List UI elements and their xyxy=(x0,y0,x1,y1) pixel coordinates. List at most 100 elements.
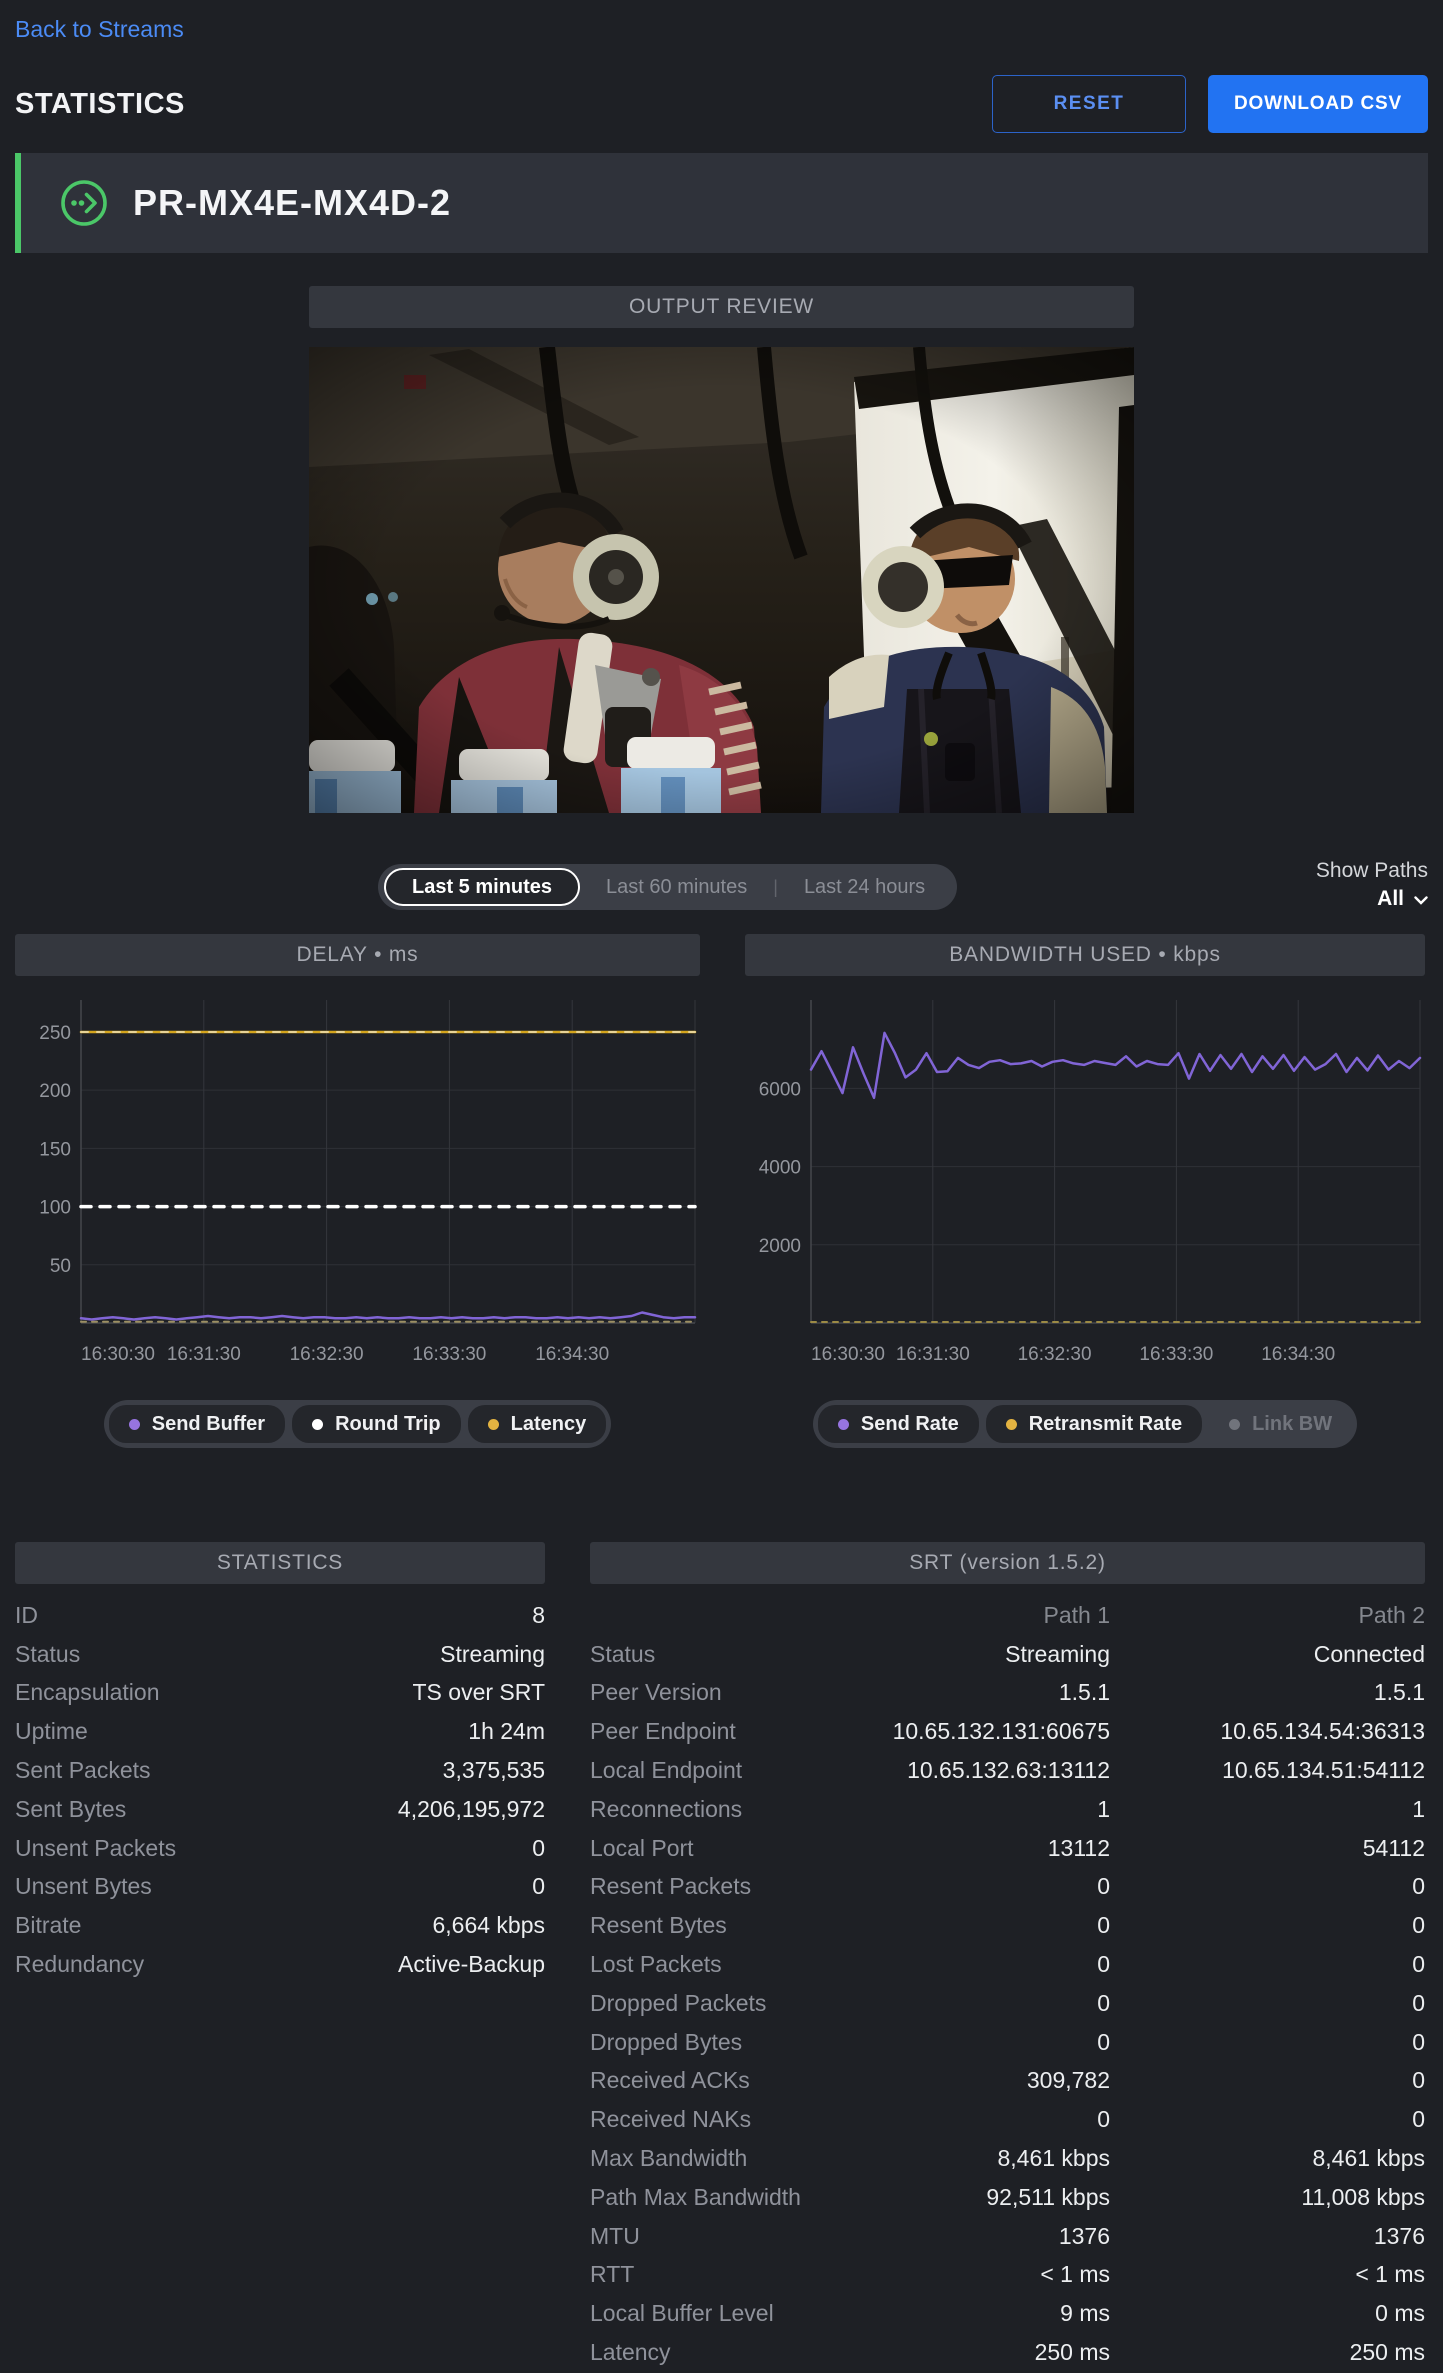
srt-path2-value: Connected xyxy=(1110,1641,1425,1668)
srt-label: Peer Endpoint xyxy=(590,1718,890,1745)
srt-path1-value: 1 xyxy=(890,1796,1110,1823)
stat-row-id: ID8 xyxy=(15,1596,545,1635)
srt-path2-value: 1 xyxy=(1110,1796,1425,1823)
stat-label: Bitrate xyxy=(15,1912,81,1939)
srt-row-mtu: MTU13761376 xyxy=(590,2217,1425,2256)
svg-text:16:30:30: 16:30:30 xyxy=(81,1344,155,1365)
legend-item-retransmit-rate[interactable]: Retransmit Rate xyxy=(986,1405,1202,1443)
srt-row-received-acks: Received ACKs309,7820 xyxy=(590,2062,1425,2101)
srt-label: Resent Bytes xyxy=(590,1912,890,1939)
bandwidth-chart-header: BANDWIDTH USED • kbps xyxy=(745,934,1425,976)
srt-path1-value: 1.5.1 xyxy=(890,1679,1110,1706)
srt-path1-value: < 1 ms xyxy=(890,2261,1110,2288)
legend-dot-send-buffer xyxy=(129,1419,140,1430)
stat-label: ID xyxy=(15,1602,38,1629)
legend-dot-round-trip xyxy=(312,1419,323,1430)
stat-label: Sent Packets xyxy=(15,1757,151,1784)
statistics-page: Back to Streams STATISTICS RESET DOWNLOA… xyxy=(0,0,1443,2372)
srt-label: Dropped Bytes xyxy=(590,2029,890,2056)
statistics-table: STATISTICS ID8StatusStreamingEncapsulati… xyxy=(15,1542,545,1984)
back-to-streams-link[interactable]: Back to Streams xyxy=(15,16,184,43)
svg-text:100: 100 xyxy=(39,1198,71,1219)
legend-item-latency[interactable]: Latency xyxy=(468,1405,607,1443)
srt-row-dropped-bytes: Dropped Bytes00 xyxy=(590,2023,1425,2062)
srt-path1-value: 250 ms xyxy=(890,2339,1110,2366)
stat-value: Active-Backup xyxy=(398,1951,545,1978)
show-paths-control: Show Paths All xyxy=(1316,859,1428,911)
legend-item-link-bw[interactable]: Link BW xyxy=(1209,1405,1352,1443)
time-range-tabs: Last 5 minutesLast 60 minutes|Last 24 ho… xyxy=(378,864,957,910)
srt-path1-value: 1376 xyxy=(890,2223,1110,2250)
stat-label: Uptime xyxy=(15,1718,88,1745)
bandwidth-chart: 20004000600016:30:3016:31:3016:32:3016:3… xyxy=(745,988,1425,1388)
srt-table: SRT (version 1.5.2) Path 1 Path 2 Status… xyxy=(590,1542,1425,2372)
srt-label: Local Port xyxy=(590,1835,890,1862)
legend-item-send-rate[interactable]: Send Rate xyxy=(818,1405,979,1443)
legend-item-round-trip[interactable]: Round Trip xyxy=(292,1405,461,1443)
svg-text:250: 250 xyxy=(39,1023,71,1044)
stat-row-sent-packets: Sent Packets3,375,535 xyxy=(15,1751,545,1790)
srt-row-received-naks: Received NAKs00 xyxy=(590,2100,1425,2139)
srt-label: Dropped Packets xyxy=(590,1990,890,2017)
srt-path2-value: 1376 xyxy=(1110,2223,1425,2250)
stat-value: TS over SRT xyxy=(413,1679,546,1706)
srt-path2-value: 0 xyxy=(1110,2106,1425,2133)
srt-path2-value: 0 xyxy=(1110,2029,1425,2056)
srt-path2-value: < 1 ms xyxy=(1110,2261,1425,2288)
svg-text:6000: 6000 xyxy=(759,1079,801,1100)
svg-text:16:33:30: 16:33:30 xyxy=(1139,1344,1213,1365)
tab-last-60-minutes[interactable]: Last 60 minutes xyxy=(580,868,773,906)
chevron-down-icon xyxy=(1414,896,1428,905)
tab-last-5-minutes[interactable]: Last 5 minutes xyxy=(384,868,580,906)
srt-path1-value: 92,511 kbps xyxy=(890,2184,1110,2211)
svg-text:16:32:30: 16:32:30 xyxy=(290,1344,364,1365)
srt-row-local-port: Local Port1311254112 xyxy=(590,1829,1425,1868)
srt-table-rows: StatusStreamingConnectedPeer Version1.5.… xyxy=(590,1635,1425,2372)
srt-path1-value: 0 xyxy=(890,2106,1110,2133)
stat-row-encapsulation: EncapsulationTS over SRT xyxy=(15,1674,545,1713)
srt-path2-value: 0 xyxy=(1110,1873,1425,1900)
svg-text:50: 50 xyxy=(50,1256,71,1277)
legend-dot-latency xyxy=(488,1419,499,1430)
srt-row-local-buffer-level: Local Buffer Level9 ms0 ms xyxy=(590,2294,1425,2333)
srt-row-peer-version: Peer Version1.5.11.5.1 xyxy=(590,1674,1425,1713)
srt-label: RTT xyxy=(590,2261,890,2288)
srt-path2-value: 0 xyxy=(1110,1951,1425,1978)
srt-path2-value: 11,008 kbps xyxy=(1110,2184,1425,2211)
srt-path2-value: 0 xyxy=(1110,1912,1425,1939)
srt-row-latency: Latency250 ms250 ms xyxy=(590,2333,1425,2372)
srt-row-local-endpoint: Local Endpoint10.65.132.63:1311210.65.13… xyxy=(590,1751,1425,1790)
srt-path2-value: 1.5.1 xyxy=(1110,1679,1425,1706)
output-review-section: OUTPUT REVIEW xyxy=(309,286,1134,813)
svg-text:2000: 2000 xyxy=(759,1236,801,1257)
srt-label: Received ACKs xyxy=(590,2067,890,2094)
tables-row: STATISTICS ID8StatusStreamingEncapsulati… xyxy=(15,1542,1428,2372)
stat-row-unsent-packets: Unsent Packets0 xyxy=(15,1829,545,1868)
srt-path1-value: 0 xyxy=(890,2029,1110,2056)
download-csv-button[interactable]: DOWNLOAD CSV xyxy=(1208,75,1428,133)
srt-row-resent-packets: Resent Packets00 xyxy=(590,1868,1425,1907)
delay-chart-header: DELAY • ms xyxy=(15,934,700,976)
svg-text:16:30:30: 16:30:30 xyxy=(811,1344,885,1365)
stat-label: Status xyxy=(15,1641,80,1668)
srt-path1-value: 0 xyxy=(890,1990,1110,2017)
page-header: STATISTICS RESET DOWNLOAD CSV xyxy=(15,75,1428,133)
stat-row-unsent-bytes: Unsent Bytes0 xyxy=(15,1868,545,1907)
stat-row-sent-bytes: Sent Bytes4,206,195,972 xyxy=(15,1790,545,1829)
srt-path2-value: 54112 xyxy=(1110,1835,1425,1862)
srt-path2-value: 10.65.134.54:36313 xyxy=(1110,1718,1425,1745)
srt-path1-value: 10.65.132.63:13112 xyxy=(890,1757,1110,1784)
srt-label: Local Buffer Level xyxy=(590,2300,890,2327)
show-paths-dropdown[interactable]: All xyxy=(1377,887,1428,911)
reset-button[interactable]: RESET xyxy=(992,75,1186,133)
srt-row-dropped-packets: Dropped Packets00 xyxy=(590,1984,1425,2023)
stat-value: 0 xyxy=(532,1835,545,1862)
srt-path1-value: 0 xyxy=(890,1912,1110,1939)
delay-chart: 5010015020025016:30:3016:31:3016:32:3016… xyxy=(15,988,700,1388)
legend-item-send-buffer[interactable]: Send Buffer xyxy=(109,1405,285,1443)
srt-path1-value: 8,461 kbps xyxy=(890,2145,1110,2172)
tab-last-24-hours[interactable]: Last 24 hours xyxy=(778,868,951,906)
srt-path2-value: 8,461 kbps xyxy=(1110,2145,1425,2172)
output-review-video xyxy=(309,347,1134,813)
chart-controls: Last 5 minutesLast 60 minutes|Last 24 ho… xyxy=(15,864,1428,912)
